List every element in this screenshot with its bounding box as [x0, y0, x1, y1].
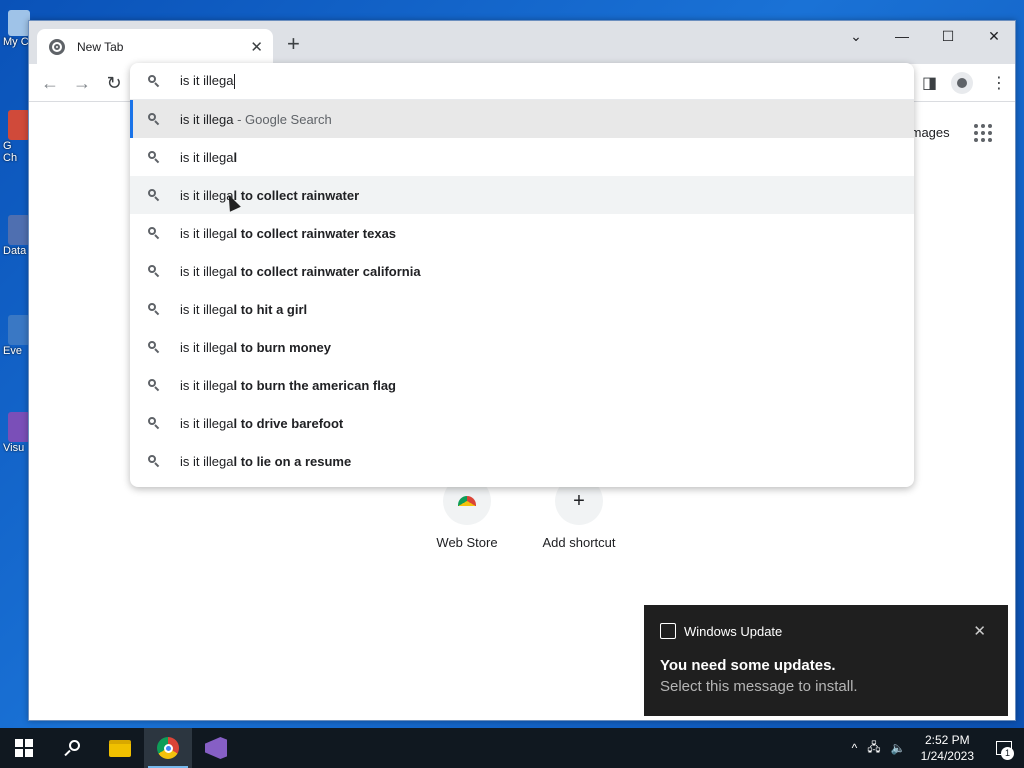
- toast-app-name: Windows Update: [684, 623, 783, 639]
- back-button[interactable]: ←: [39, 72, 61, 94]
- suggestion-text: is it illegal to lie on a resume: [180, 453, 352, 469]
- toast-title: You need some updates.: [660, 657, 836, 674]
- search-icon: [148, 75, 160, 87]
- desktop-icon-my-computer[interactable]: My C: [0, 10, 30, 48]
- windows-logo-icon: [15, 739, 33, 757]
- toast-body: Select this message to install.: [660, 678, 858, 695]
- side-panel-icon[interactable]: ◨: [922, 73, 937, 93]
- visual-studio-icon: [205, 737, 227, 759]
- omnibox-input[interactable]: is it illega: [130, 63, 914, 100]
- database-icon: [8, 215, 30, 245]
- clock-date: 1/24/2023: [920, 749, 974, 763]
- reload-button[interactable]: ↻: [103, 72, 125, 94]
- suggestion-row[interactable]: is it illegal to burn money: [130, 328, 914, 366]
- suggestion-row[interactable]: is it illegal to hit a girl: [130, 290, 914, 328]
- event-viewer-icon: [8, 315, 30, 345]
- suggestion-row[interactable]: is it illegal to burn the american flag: [130, 366, 914, 404]
- tab-close-icon[interactable]: ✕: [250, 38, 263, 56]
- desktop-icon-event[interactable]: Eve: [0, 315, 30, 357]
- menu-kebab-icon[interactable]: ⋮: [991, 73, 1007, 93]
- suggestion-text: is it illega - Google Search: [180, 111, 332, 127]
- suggestion-text: is it illegal to drive barefoot: [180, 415, 344, 431]
- computer-icon: [8, 10, 30, 36]
- suggestion-row[interactable]: is it illega - Google Search: [130, 100, 914, 138]
- search-icon: [148, 379, 160, 391]
- tab-search-button[interactable]: ⌄: [833, 21, 879, 51]
- taskbar: ^ 🖧 🔈 2:52 PM 1/24/2023 1: [0, 728, 1024, 768]
- search-icon: [148, 455, 160, 467]
- suggestion-list: is it illega - Google Search is it illega…: [130, 100, 914, 480]
- clock-time: 2:52 PM: [924, 733, 970, 747]
- visual-studio-icon: [8, 412, 30, 442]
- suggestion-text: is it illegal to hit a girl: [180, 301, 308, 317]
- taskbar-visual-studio[interactable]: [192, 728, 240, 768]
- clock[interactable]: 2:52 PM 1/24/2023: [911, 732, 984, 764]
- search-icon: [148, 265, 160, 277]
- shortcut-add[interactable]: + Add shortcut: [524, 477, 634, 550]
- suggestion-row[interactable]: is it illegal to drive barefoot: [130, 404, 914, 442]
- suggestion-text: is it illegal to collect rainwater texas: [180, 225, 397, 241]
- forward-button[interactable]: →: [71, 72, 93, 94]
- windows-update-toast[interactable]: Windows Update ✕ You need some updates. …: [644, 605, 1008, 716]
- suggestion-text: is it illegal to collect rainwater: [180, 187, 360, 203]
- search-icon: [64, 740, 80, 756]
- close-window-button[interactable]: ✕: [971, 21, 1017, 51]
- search-icon: [148, 303, 160, 315]
- chrome-icon: [157, 737, 179, 759]
- maximize-button[interactable]: ☐: [925, 21, 971, 51]
- search-icon: [148, 113, 160, 125]
- desktop-icon-data[interactable]: Data: [0, 215, 30, 257]
- omnibox-dropdown: is it illega is it illega - Google Searc…: [130, 63, 914, 487]
- omnibox-query-text: is it illega: [180, 72, 234, 88]
- search-icon: [148, 151, 160, 163]
- volume-icon[interactable]: 🔈: [886, 741, 911, 755]
- tray-chevron-icon[interactable]: ^: [847, 741, 863, 755]
- suggestion-text: is it illegal to burn the american flag: [180, 377, 396, 393]
- shortcut-label: Web Store: [436, 535, 498, 550]
- desktop-icon-visual-studio[interactable]: Visu: [0, 412, 30, 454]
- suggestion-row[interactable]: is it illegal to collect rainwater texas: [130, 214, 914, 252]
- network-icon[interactable]: 🖧: [862, 738, 885, 759]
- google-apps-icon[interactable]: [974, 124, 992, 142]
- toast-close-icon[interactable]: ✕: [973, 622, 986, 640]
- profile-button[interactable]: [951, 72, 973, 94]
- search-icon: [148, 341, 160, 353]
- desktop-icon-label: G Ch: [3, 140, 18, 164]
- suggestion-row[interactable]: is it illegal to collect rainwater: [130, 176, 914, 214]
- minimize-button[interactable]: —: [879, 21, 925, 51]
- shortcut-label: Add shortcut: [542, 535, 616, 550]
- taskbar-file-explorer[interactable]: [96, 728, 144, 768]
- tab-strip: New Tab ✕ + ⌄ — ☐ ✕: [29, 21, 1015, 64]
- action-center-button[interactable]: 1: [984, 728, 1024, 768]
- chrome-favicon-icon: [49, 38, 65, 55]
- search-icon: [148, 417, 160, 429]
- tab-title: New Tab: [77, 39, 124, 54]
- start-button[interactable]: [0, 728, 48, 768]
- search-icon: [148, 189, 160, 201]
- new-tab-button[interactable]: +: [287, 33, 300, 55]
- suggestion-text: is it illegal to collect rainwater calif…: [180, 263, 421, 279]
- profile-avatar-icon: [951, 72, 973, 94]
- suggestion-text: is it illegal: [180, 149, 238, 165]
- taskbar-chrome[interactable]: [144, 728, 192, 768]
- desktop-icon-chrome[interactable]: G Ch: [0, 110, 30, 164]
- system-tray: ^ 🖧 🔈 2:52 PM 1/24/2023 1: [847, 728, 1024, 768]
- taskbar-search-button[interactable]: [48, 728, 96, 768]
- suggestion-row[interactable]: is it illegal: [130, 138, 914, 176]
- suggestion-text: is it illegal to burn money: [180, 339, 331, 355]
- search-icon: [148, 227, 160, 239]
- suggestion-row[interactable]: is it illegal to lie on a resume: [130, 442, 914, 480]
- shortcut-web-store[interactable]: Web Store: [412, 477, 522, 550]
- suggestion-row[interactable]: is it illegal to collect rainwater calif…: [130, 252, 914, 290]
- notification-count: 1: [1001, 747, 1014, 760]
- update-icon: [660, 623, 676, 639]
- folder-icon: [109, 739, 131, 757]
- tab-new-tab[interactable]: New Tab ✕: [37, 29, 273, 64]
- chrome-app-icon: [8, 110, 30, 140]
